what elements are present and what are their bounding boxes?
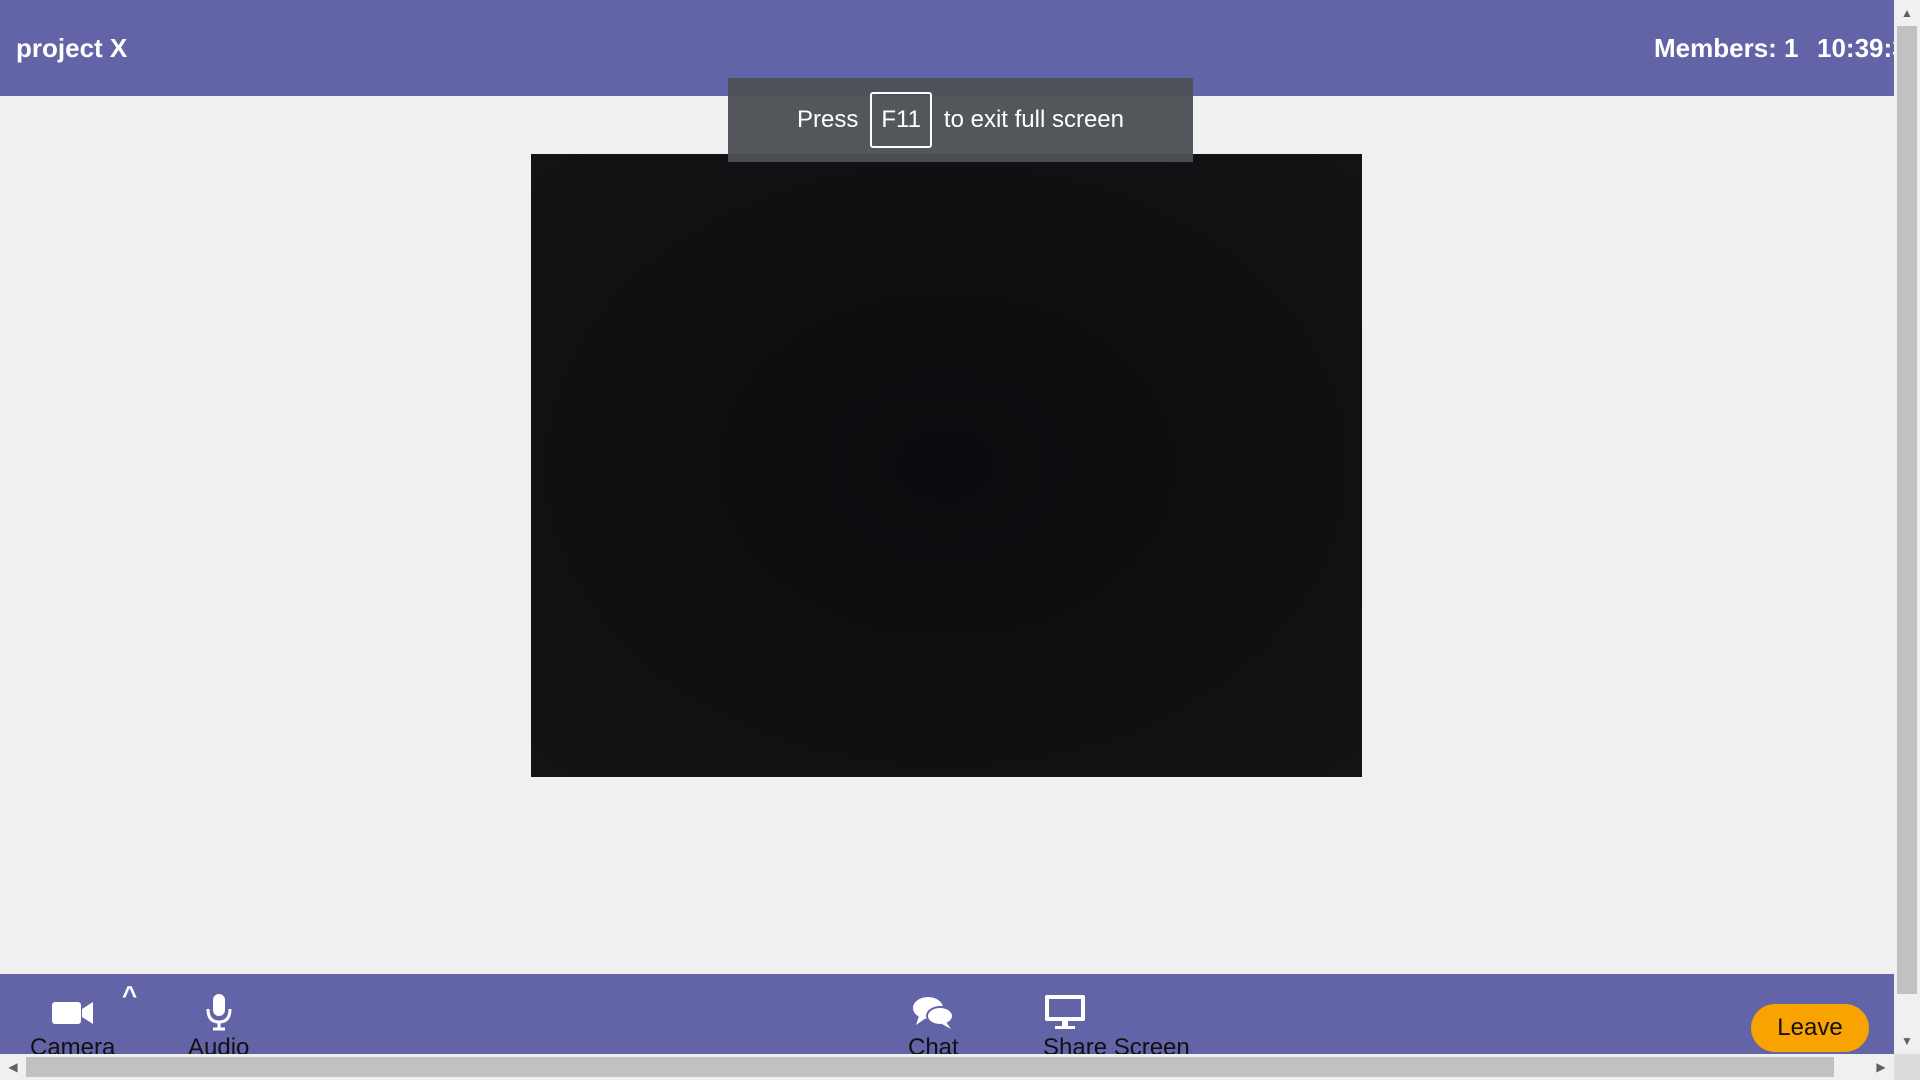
camera-options-caret[interactable]: ^ — [122, 980, 137, 1011]
vertical-scrollbar[interactable]: ▲ ▼ — [1894, 0, 1920, 1054]
members-count: Members: 1 — [1654, 33, 1799, 63]
toast-key: F11 — [870, 92, 932, 148]
toast-suffix: to exit full screen — [943, 106, 1125, 133]
vertical-scroll-thumb[interactable] — [1897, 26, 1917, 994]
camera-label: Camera — [30, 1034, 116, 1054]
project-title: project X — [16, 33, 128, 63]
share-screen-button[interactable]: Share Screen — [1043, 992, 1190, 1054]
monitor-icon — [1043, 992, 1190, 1032]
video-camera-icon — [30, 992, 115, 1032]
chat-button[interactable]: Chat — [908, 992, 959, 1054]
scroll-left-arrow-icon[interactable]: ◀ — [0, 1054, 26, 1080]
camera-button[interactable]: Camera — [30, 992, 115, 1054]
share-screen-label: Share Screen — [1043, 1034, 1190, 1054]
chat-label: Chat — [908, 1034, 959, 1054]
leave-button[interactable]: Leave — [1751, 1004, 1869, 1052]
meeting-clock: 10:39:3 — [1817, 33, 1894, 63]
horizontal-scroll-thumb[interactable] — [26, 1057, 1834, 1077]
bottom-toolbar: Camera ^ Audio Chat Share Screen Leave — [0, 974, 1894, 1054]
scrollbar-corner — [1894, 1054, 1920, 1080]
scroll-down-arrow-icon[interactable]: ▼ — [1894, 1028, 1920, 1054]
fullscreen-exit-toast: Press F11 to exit full screen — [728, 78, 1193, 162]
audio-label: Audio — [188, 1034, 250, 1054]
toast-prefix: Press — [796, 106, 859, 133]
scroll-up-arrow-icon[interactable]: ▲ — [1894, 0, 1920, 26]
audio-button[interactable]: Audio — [188, 992, 249, 1054]
microphone-icon — [188, 992, 249, 1032]
app-viewport: project X Members: 1 10:39:3 Press F11 t… — [0, 0, 1894, 1054]
chat-bubbles-icon — [908, 992, 959, 1032]
scroll-right-arrow-icon[interactable]: ▶ — [1868, 1054, 1894, 1080]
video-stream — [531, 154, 1362, 777]
horizontal-scrollbar[interactable]: ◀ ▶ — [0, 1054, 1894, 1080]
